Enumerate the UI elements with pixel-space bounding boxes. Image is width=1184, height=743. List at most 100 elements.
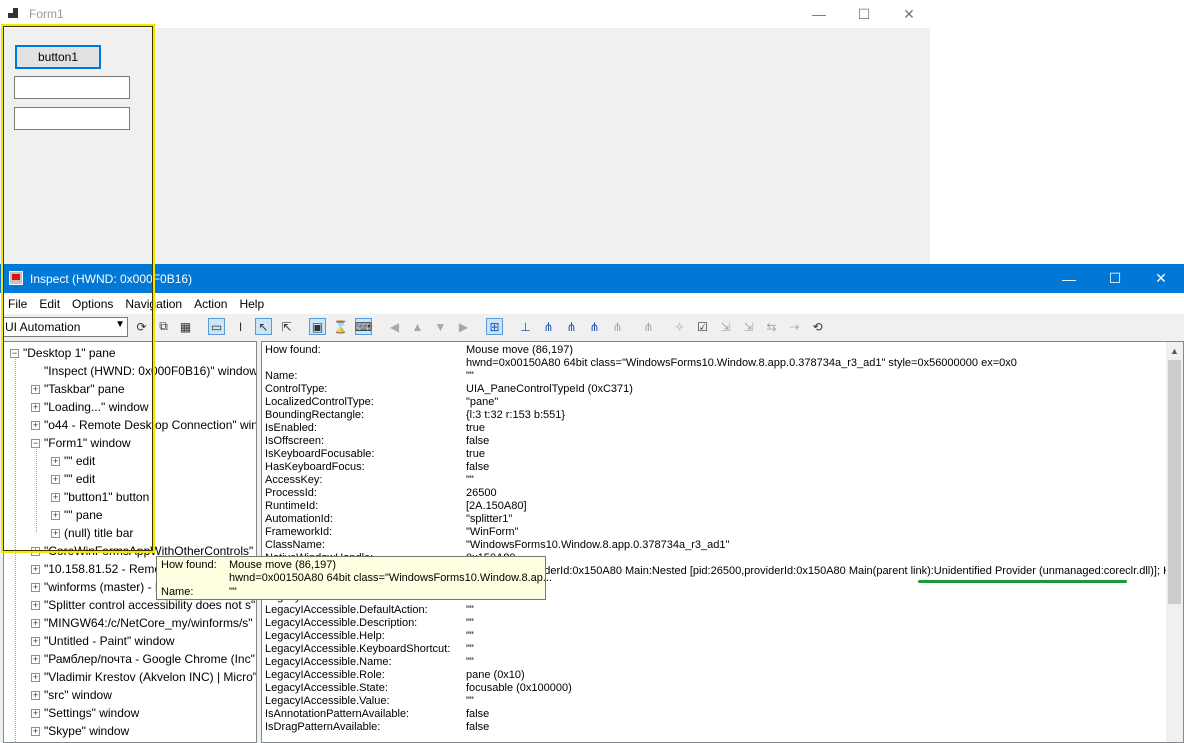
expand-icon[interactable]: + (31, 402, 40, 412)
navigate-last-child-icon[interactable]: ⋔ (609, 318, 626, 335)
property-row[interactable]: IsOffscreen: false (265, 435, 1165, 448)
expand-icon[interactable]: ⇲ (717, 318, 734, 335)
navigate-next-sibling-icon[interactable]: ⋔ (563, 318, 580, 335)
property-row[interactable]: LegacyIAccessible.KeyboardShortcut: "" (265, 643, 1165, 656)
reload-icon[interactable]: ⟲ (809, 318, 826, 335)
arrow-up-icon[interactable]: ▲ (409, 318, 426, 335)
tree-item[interactable]: + "o44 - Remote Desktop Connection" windo… (31, 416, 256, 434)
properties-icon[interactable]: ▦ (177, 318, 194, 335)
expand-icon[interactable]: + (31, 672, 40, 682)
expand-icon[interactable]: + (51, 492, 60, 502)
expand-icon[interactable]: + (51, 510, 60, 520)
expand-icon[interactable]: + (31, 564, 40, 574)
menu-file[interactable]: File (2, 297, 33, 311)
form1-titlebar[interactable]: Form1 — ☐ ✕ (0, 0, 930, 28)
keyboard-icon[interactable]: ⌨ (355, 318, 372, 335)
tree-item[interactable]: + "Skype" window (31, 722, 129, 740)
tree-item[interactable]: + "Рамблер/почта - Google Chrome (Inc" (31, 650, 255, 668)
tree-item[interactable]: + "Settings" window (31, 704, 139, 722)
expand-icon[interactable]: + (31, 690, 40, 700)
menu-action[interactable]: Action (188, 297, 233, 311)
mark-icon[interactable]: ☑ (694, 318, 711, 335)
property-row[interactable]: LocalizedControlType: "pane" (265, 396, 1165, 409)
tree-item[interactable]: + "" edit (51, 470, 95, 488)
property-row[interactable]: LegacyIAccessible.State: focusable (0x100… (265, 682, 1165, 695)
expand-icon[interactable]: + (31, 726, 40, 736)
tree-item[interactable]: + (null) title bar (51, 524, 133, 542)
tree-item[interactable]: + "Vladimir Krestov (Akvelon INC) | Micro… (31, 668, 256, 686)
tree-item[interactable]: + "Loading..." window (31, 398, 149, 416)
expand-icon[interactable]: + (31, 582, 40, 592)
property-row[interactable]: IsAnnotationPatternAvailable: false (265, 708, 1165, 721)
menu-edit[interactable]: Edit (33, 297, 66, 311)
refresh-icon[interactable]: ⟳ (133, 318, 150, 335)
textbox-1[interactable] (14, 76, 130, 99)
tree-item[interactable]: + "button1" button (51, 488, 149, 506)
expand-icon[interactable]: + (31, 384, 40, 394)
property-row[interactable]: RuntimeId: [2A.150A80] (265, 500, 1165, 513)
property-row[interactable]: ProcessId: 26500 (265, 487, 1165, 500)
minimize-icon[interactable]: — (796, 0, 842, 28)
property-row[interactable]: AccessKey: "" (265, 474, 1165, 487)
tree-item[interactable]: + "" edit (51, 452, 95, 470)
property-row[interactable]: hwnd=0x00150A80 64bit class="WindowsForm… (265, 357, 1165, 370)
close-icon[interactable]: ✕ (1138, 264, 1184, 293)
property-row[interactable]: BoundingRectangle: {l:3 t:32 r:153 b:551} (265, 409, 1165, 422)
expand-icon[interactable]: + (31, 636, 40, 646)
watch-tooltip-icon[interactable]: ⇱ (278, 318, 295, 335)
tree-item[interactable]: + "Untitled - Paint" window (31, 632, 175, 650)
expand-icon[interactable]: + (31, 618, 40, 628)
tree-item[interactable]: + "" pane (51, 506, 103, 524)
textbox-2[interactable] (14, 107, 130, 130)
maximize-icon[interactable]: ☐ (1092, 264, 1138, 293)
expand-icon[interactable]: + (31, 420, 40, 430)
property-row[interactable]: AutomationId: "splitter1" (265, 513, 1165, 526)
vertical-scrollbar[interactable]: ▲ (1166, 342, 1183, 742)
tree-item[interactable]: + "src" window (31, 686, 112, 704)
navigate-first-child-icon[interactable]: ⋔ (540, 318, 557, 335)
property-row[interactable]: ClassName: "WindowsForms10.Window.8.app.0… (265, 539, 1165, 552)
scroll-up-icon[interactable]: ▲ (1170, 346, 1179, 356)
element-tree[interactable]: − "Desktop 1" pane "Inspect (HWND: 0x000F0… (3, 341, 257, 743)
tree-item[interactable]: + "MINGW64:/c/NetCore_my/winforms/s" (31, 614, 253, 632)
close-icon[interactable]: ✕ (886, 0, 932, 28)
property-row[interactable]: Name: "" (265, 370, 1165, 383)
watch-cursor-icon[interactable]: ↖ (255, 318, 272, 335)
property-row[interactable]: ControlType: UIA_PaneControlTypeId (0xC37… (265, 383, 1165, 396)
navigate-parent-icon[interactable]: ⊥ (517, 318, 534, 335)
property-row[interactable]: IsKeyboardFocusable: true (265, 448, 1165, 461)
arrow-down-icon[interactable]: ▼ (432, 318, 449, 335)
property-row[interactable]: FrameworkId: "WinForm" (265, 526, 1165, 539)
mode-select[interactable]: UI Automation ▼ (1, 317, 128, 337)
default-action-icon[interactable]: ✧ (671, 318, 688, 335)
button1[interactable]: button1 (15, 45, 101, 69)
menu-help[interactable]: Help (233, 297, 270, 311)
menu-navigation[interactable]: Navigation (119, 297, 188, 311)
tree-item[interactable]: − "Form1" window (31, 434, 131, 452)
property-row[interactable]: LegacyIAccessible.Description: "" (265, 617, 1165, 630)
scroll-thumb[interactable] (1168, 360, 1181, 604)
property-row[interactable]: How found: Mouse move (86,197) (265, 344, 1165, 357)
inspect-titlebar[interactable]: Inspect (HWND: 0x000F0B16) — ☐ ✕ (0, 264, 1184, 293)
property-row[interactable]: IsDragPatternAvailable: false (265, 721, 1165, 734)
arrow-right-icon[interactable]: ▶ (455, 318, 472, 335)
tree-view-icon[interactable]: ⊞ (486, 318, 503, 335)
property-row[interactable]: IsEnabled: true (265, 422, 1165, 435)
property-row[interactable]: HasKeyboardFocus: false (265, 461, 1165, 474)
tree-item[interactable]: − "Desktop 1" pane (10, 344, 116, 362)
expand-icon[interactable]: + (31, 708, 40, 718)
collapse-icon[interactable]: − (10, 348, 19, 358)
expand-icon[interactable]: + (31, 546, 40, 556)
collapse-icon[interactable]: − (31, 438, 40, 448)
expand-icon[interactable]: + (51, 528, 60, 538)
expand-icon[interactable]: + (51, 474, 60, 484)
property-row[interactable]: LegacyIAccessible.Help: "" (265, 630, 1165, 643)
navigate-prev-sibling-icon[interactable]: ⋔ (586, 318, 603, 335)
expand-icon[interactable]: + (31, 654, 40, 664)
maximize-icon[interactable]: ☐ (841, 0, 887, 28)
property-row[interactable]: LegacyIAccessible.DefaultAction: "" (265, 604, 1165, 617)
property-row[interactable]: LegacyIAccessible.Role: pane (0x10) (265, 669, 1165, 682)
arrow-left-icon[interactable]: ◀ (386, 318, 403, 335)
tree-item[interactable]: "Inspect (HWND: 0x000F0B16)" window (31, 362, 256, 380)
tree-walker-icon[interactable]: ⋔ (640, 318, 657, 335)
